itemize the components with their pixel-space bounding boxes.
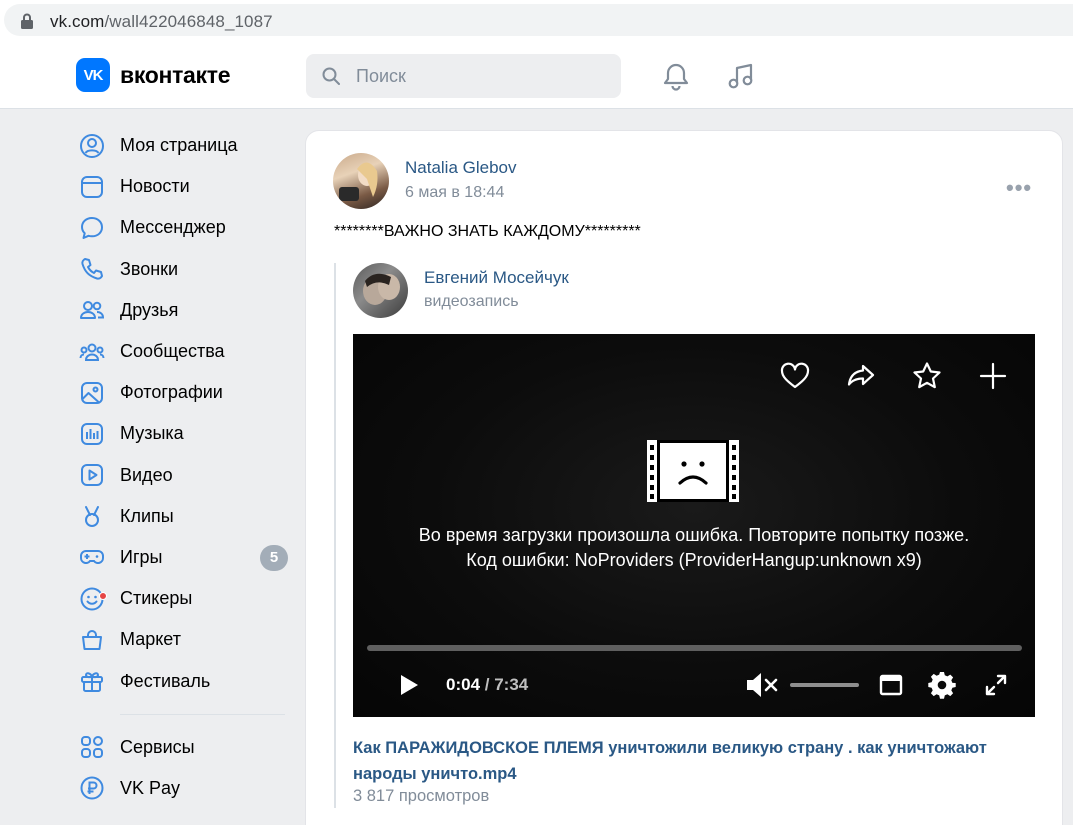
lock-icon bbox=[21, 13, 33, 29]
user-circle-icon bbox=[79, 133, 105, 159]
time-total: 7:34 bbox=[494, 675, 529, 694]
sidebar-item-messenger[interactable]: Мессенджер bbox=[76, 207, 291, 248]
sidebar-item-label: VK Pay bbox=[120, 777, 181, 798]
url-field[interactable]: vk.com/wall422046848_1087 bbox=[4, 4, 1073, 36]
festival-icon bbox=[79, 668, 105, 694]
sidebar-item-label: Звонки bbox=[120, 258, 179, 279]
video-error-message: Во время загрузки произошла ошибка. Повт… bbox=[418, 525, 970, 545]
author-avatar[interactable] bbox=[333, 153, 389, 209]
sidebar-item-label: Новости bbox=[120, 176, 190, 197]
post-date[interactable]: 6 мая в 18:44 bbox=[405, 184, 504, 202]
video-title-link[interactable]: Как ПАРАЖИДОВСКОЕ ПЛЕМЯ уничтожили велик… bbox=[353, 735, 1043, 787]
muted-volume-icon[interactable] bbox=[745, 670, 779, 700]
vk-header: VK вконтакте Поиск bbox=[0, 40, 1073, 109]
sidebar-item-label: Моя страница bbox=[120, 135, 238, 156]
market-icon bbox=[79, 627, 105, 653]
sidebar-divider bbox=[120, 713, 285, 715]
repost-author-avatar[interactable] bbox=[353, 263, 408, 318]
video-player[interactable]: Во время загрузки произошла ошибка. Повт… bbox=[353, 334, 1035, 717]
url-domain: vk.com bbox=[50, 12, 105, 31]
sidebar-item-label: Маркет bbox=[120, 629, 181, 650]
video-time: 0:04 / 7:34 bbox=[446, 675, 528, 695]
communities-icon bbox=[79, 339, 105, 365]
video-progress-bar[interactable] bbox=[367, 645, 1022, 651]
sidebar-item-label: Игры bbox=[120, 546, 163, 567]
add-plus-icon[interactable] bbox=[977, 360, 1009, 392]
vkpay-icon bbox=[79, 775, 105, 801]
sidebar-item-label: Друзья bbox=[120, 299, 179, 320]
services-icon bbox=[79, 734, 105, 760]
sidebar-item-music[interactable]: Музыка bbox=[76, 413, 291, 454]
vk-logo-text: вконтакте bbox=[120, 61, 231, 88]
sidebar-item-label: Сообщества bbox=[120, 341, 225, 362]
repost-author-name[interactable]: Евгений Мосейчук bbox=[424, 268, 569, 288]
sidebar-item-services[interactable]: Сервисы bbox=[76, 727, 291, 768]
sidebar-item-video[interactable]: Видео bbox=[76, 455, 291, 496]
wall-post: Natalia Glebov 6 мая в 18:44 ••• *******… bbox=[305, 130, 1063, 825]
sidebar-item-games[interactable]: Игры 5 bbox=[76, 537, 291, 578]
sidebar-item-label: Клипы bbox=[120, 505, 174, 526]
sidebar-item-label: Сервисы bbox=[120, 736, 195, 757]
news-icon bbox=[79, 174, 105, 200]
friends-icon bbox=[79, 297, 105, 323]
search-placeholder: Поиск bbox=[356, 66, 406, 86]
settings-gear-icon[interactable] bbox=[927, 670, 957, 700]
sidebar-item-clips[interactable]: Клипы bbox=[76, 496, 291, 537]
time-separator: / bbox=[480, 675, 495, 694]
search-input[interactable]: Поиск bbox=[306, 54, 621, 98]
more-options-icon[interactable]: ••• bbox=[1006, 175, 1032, 201]
games-count-badge: 5 bbox=[260, 544, 288, 571]
video-icon bbox=[79, 462, 105, 488]
message-icon bbox=[79, 215, 105, 241]
phone-icon bbox=[79, 256, 105, 282]
browser-address-bar: vk.com/wall422046848_1087 bbox=[0, 0, 1073, 40]
repost-divider bbox=[334, 263, 336, 808]
video-views-count: 3 817 просмотров bbox=[353, 787, 490, 805]
volume-slider[interactable] bbox=[790, 683, 859, 687]
vk-logo[interactable]: VK вконтакте bbox=[76, 58, 231, 92]
sidebar-item-market[interactable]: Маркет bbox=[76, 619, 291, 660]
games-icon bbox=[79, 544, 105, 570]
sidebar-item-festival[interactable]: Фестиваль bbox=[76, 660, 291, 701]
left-sidebar: Моя страница Новости Мессенджер Звонки Д… bbox=[76, 125, 291, 809]
sidebar-item-vkpay[interactable]: VK Pay bbox=[76, 768, 291, 809]
url-path: /wall422046848_1087 bbox=[104, 12, 273, 31]
music-note-icon[interactable] bbox=[726, 61, 756, 91]
sidebar-item-label: Музыка bbox=[120, 423, 184, 444]
stickers-icon bbox=[79, 586, 107, 612]
time-current: 0:04 bbox=[446, 675, 481, 694]
sidebar-item-label: Видео bbox=[120, 464, 173, 485]
sidebar-item-label: Фотографии bbox=[120, 382, 223, 403]
sidebar-item-label: Фестиваль bbox=[120, 670, 211, 691]
share-icon[interactable] bbox=[845, 360, 877, 392]
sidebar-item-communities[interactable]: Сообщества bbox=[76, 331, 291, 372]
video-error-code: Код ошибки: NoProviders (ProviderHangup:… bbox=[466, 550, 922, 570]
clips-icon bbox=[79, 503, 105, 529]
url-text: vk.com/wall422046848_1087 bbox=[50, 12, 273, 32]
sidebar-item-stickers[interactable]: Стикеры bbox=[76, 578, 291, 619]
miniplayer-icon[interactable] bbox=[879, 673, 903, 697]
post-text: ********ВАЖНО ЗНАТЬ КАЖДОМУ********* bbox=[334, 223, 641, 240]
sidebar-item-my-page[interactable]: Моя страница bbox=[76, 125, 291, 166]
sidebar-item-friends[interactable]: Друзья bbox=[76, 290, 291, 331]
heart-icon[interactable] bbox=[779, 360, 811, 392]
sidebar-item-news[interactable]: Новости bbox=[76, 166, 291, 207]
play-icon[interactable] bbox=[397, 672, 421, 698]
bell-icon[interactable] bbox=[661, 61, 691, 91]
repost-type-label: видеозапись bbox=[424, 293, 519, 310]
photo-icon bbox=[79, 380, 105, 406]
vk-logo-badge: VK bbox=[76, 58, 110, 92]
sad-film-icon bbox=[647, 440, 739, 502]
post-author-name[interactable]: Natalia Glebov bbox=[405, 158, 517, 178]
sidebar-item-calls[interactable]: Звонки bbox=[76, 249, 291, 290]
fullscreen-icon[interactable] bbox=[983, 672, 1009, 698]
sidebar-item-label: Мессенджер bbox=[120, 217, 226, 238]
sidebar-item-photos[interactable]: Фотографии bbox=[76, 372, 291, 413]
music-icon bbox=[79, 421, 105, 447]
search-icon bbox=[322, 67, 340, 85]
notification-dot bbox=[99, 591, 107, 600]
star-icon[interactable] bbox=[911, 360, 943, 392]
sidebar-item-label: Стикеры bbox=[120, 588, 193, 609]
